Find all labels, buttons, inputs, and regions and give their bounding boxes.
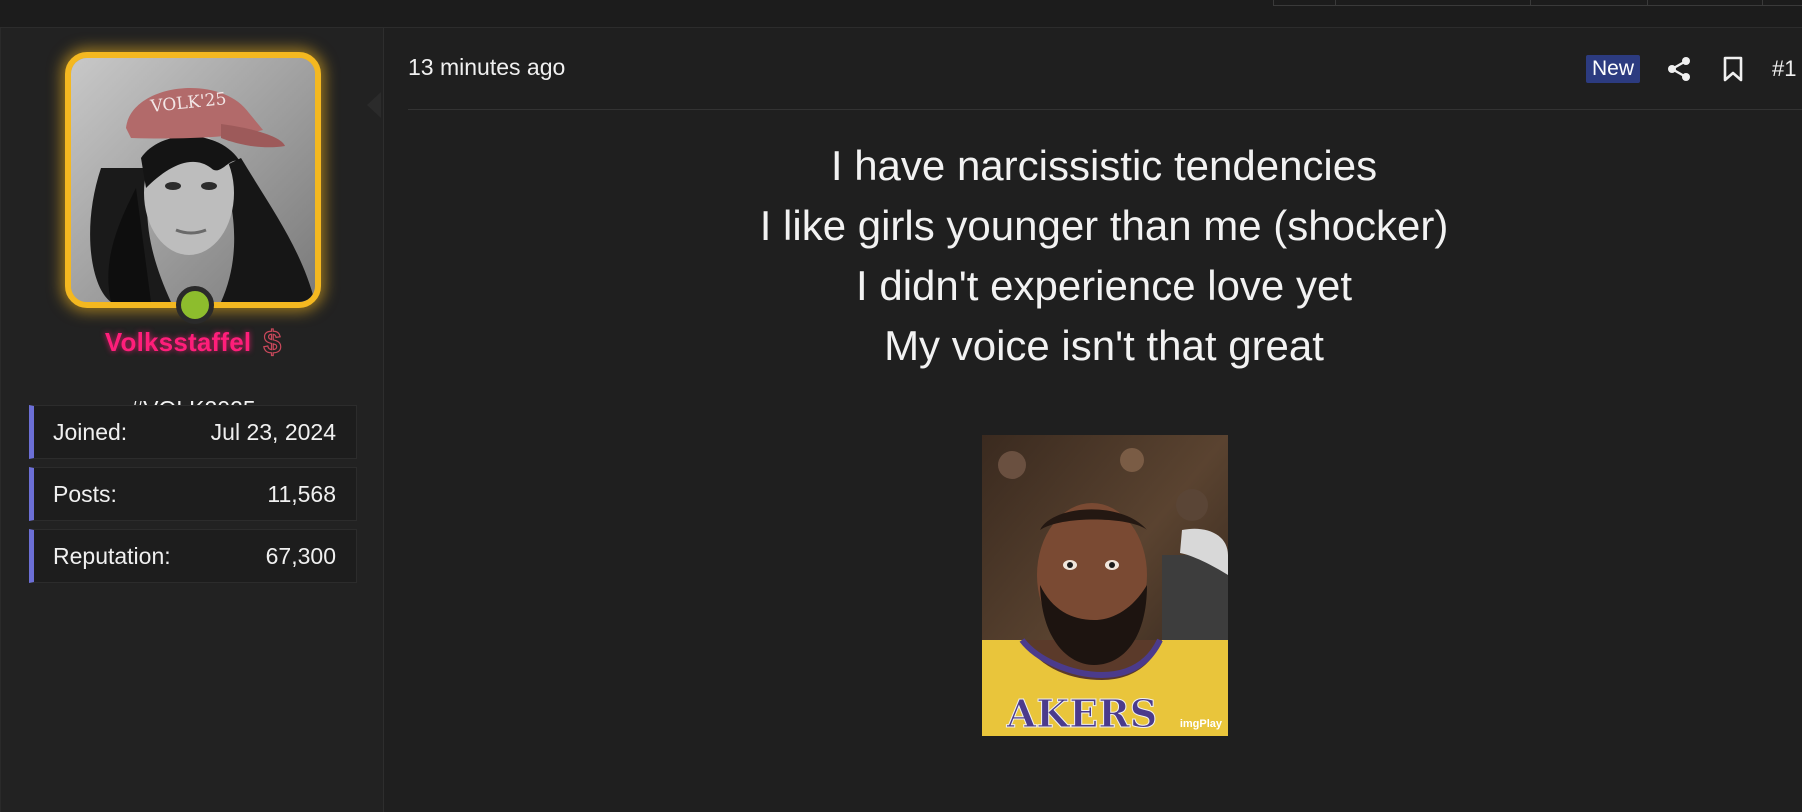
post-text-line: I didn't experience love yet [856, 262, 1352, 309]
top-tab[interactable] [1530, 0, 1647, 6]
top-tab[interactable] [1647, 0, 1762, 6]
username-link[interactable]: Volksstaffel [105, 327, 251, 358]
bookmark-icon[interactable] [1718, 54, 1748, 84]
avatar[interactable]: VOLK'25 [65, 52, 321, 308]
new-badge: New [1585, 55, 1640, 83]
post-gif-image[interactable]: AKERS imgPlay [982, 435, 1228, 736]
top-tab[interactable] [1273, 0, 1335, 6]
forum-post: VOLK'25 Volksstaffel $ #VOLK2025 Joined:… [0, 28, 1802, 812]
top-tabs [1273, 0, 1802, 6]
online-status-indicator [176, 286, 214, 324]
post-text-line: I like girls younger than me (shocker) [759, 202, 1449, 249]
post-actions: New #1 [1585, 54, 1802, 84]
stat-label: Reputation: [53, 542, 171, 569]
stat-label: Joined: [53, 418, 128, 445]
top-tab[interactable] [1335, 0, 1530, 6]
top-nav-strip [0, 0, 1802, 28]
post-date[interactable]: 13 minutes ago [408, 54, 565, 81]
top-tab[interactable] [1762, 0, 1802, 6]
sidebar-arrow [367, 92, 381, 118]
stat-joined: Joined: Jul 23, 2024 [29, 405, 357, 459]
post-body: I have narcissistic tendencies I like gi… [384, 136, 1802, 376]
stat-reputation: Reputation: 67,300 [29, 529, 357, 583]
stat-value: 11,568 [267, 480, 336, 507]
post-text-line: I have narcissistic tendencies [830, 142, 1378, 189]
dollar-icon: $ [263, 324, 282, 360]
username-row: Volksstaffel $ [1, 324, 385, 360]
post-number-link[interactable]: #1 [1772, 56, 1802, 82]
stat-label: Posts: [53, 480, 117, 507]
post-author-sidebar: VOLK'25 Volksstaffel $ #VOLK2025 Joined:… [0, 28, 384, 812]
share-icon[interactable] [1664, 54, 1694, 84]
stat-value: Jul 23, 2024 [210, 418, 336, 445]
avatar-image: VOLK'25 [71, 58, 315, 302]
post-header: 13 minutes ago New #1 [408, 28, 1802, 110]
gif-watermark: imgPlay [1179, 718, 1222, 730]
stat-posts: Posts: 11,568 [29, 467, 357, 521]
gif-graphic: AKERS [982, 435, 1228, 736]
post-text-line: My voice isn't that great [884, 322, 1324, 369]
jersey-text: AKERS [1006, 691, 1158, 736]
stat-value: 67,300 [265, 542, 336, 569]
